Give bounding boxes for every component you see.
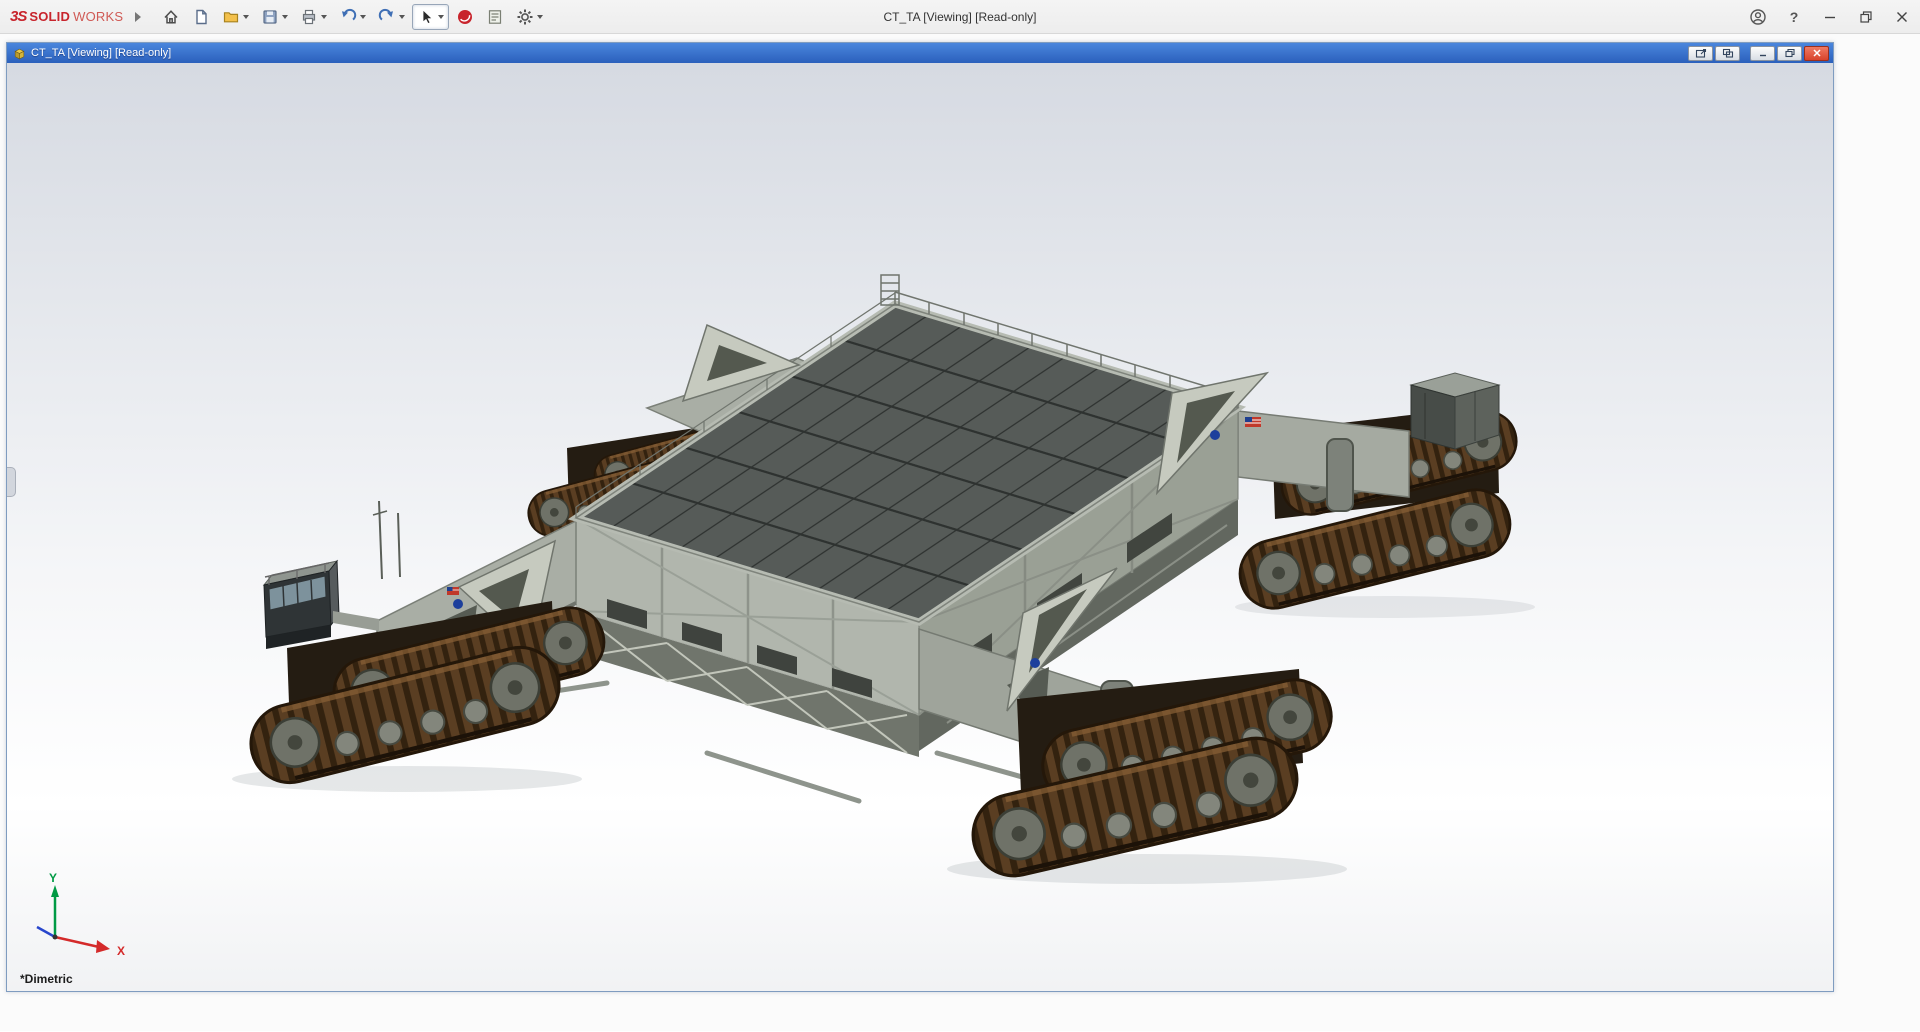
minimize-icon [1825, 16, 1835, 18]
view-orientation-label: *Dimetric [20, 972, 73, 986]
front-right-track-truck [965, 669, 1338, 884]
dropdown-caret-icon[interactable] [321, 14, 328, 19]
save-button[interactable] [256, 4, 293, 30]
client-area: CT_TA [Viewing] [Read-only] Y X *Dimetri… [0, 34, 1920, 1031]
logo-text-works: WORKS [73, 9, 124, 24]
quick-toolbar: 3S SOLID WORKS [0, 0, 548, 33]
help-button[interactable]: ? [1776, 0, 1812, 33]
close-icon [1897, 11, 1907, 22]
open-button[interactable] [217, 4, 254, 30]
select-cursor-icon [422, 8, 434, 24]
minimize-icon [1759, 54, 1766, 57]
evaluate-button[interactable] [481, 4, 509, 30]
account-icon [1750, 8, 1766, 25]
orientation-triad[interactable]: Y X [13, 869, 153, 969]
close-icon [1812, 49, 1821, 57]
dropdown-caret-icon[interactable] [399, 14, 406, 19]
dropdown-caret-icon[interactable] [537, 14, 544, 19]
account-button[interactable] [1740, 0, 1776, 33]
dropdown-caret-icon[interactable] [243, 14, 250, 19]
maximize-icon [1860, 10, 1872, 23]
graphics-viewport[interactable]: Y X *Dimetric [7, 63, 1833, 991]
options-button[interactable] [511, 4, 548, 30]
z-axis-arrow [36, 925, 56, 939]
minimize-document-button[interactable] [1750, 45, 1775, 61]
dropdown-caret-icon[interactable] [282, 14, 289, 19]
solidworks-logo: 3S SOLID WORKS [10, 8, 123, 25]
menu-expand-arrow-icon[interactable] [135, 11, 142, 22]
new-document-icon [196, 9, 207, 24]
evaluate-icon [489, 9, 502, 24]
options-gear-icon [517, 9, 533, 24]
titlebar-right-controls: ? [1740, 0, 1920, 33]
x-axis-arrow [96, 940, 110, 953]
redo-icon [379, 8, 394, 20]
print-icon [303, 9, 316, 24]
redo-button[interactable] [373, 4, 410, 30]
antenna-masts [372, 500, 401, 580]
y-axis-arrow [51, 885, 59, 897]
part-document-icon [14, 48, 25, 59]
maximize-window-button[interactable] [1848, 0, 1884, 33]
home-button[interactable] [157, 4, 185, 30]
undo-button[interactable] [334, 4, 371, 30]
pop-out-icon [1695, 48, 1706, 58]
close-window-button[interactable] [1884, 0, 1920, 33]
document-window-controls [1688, 45, 1829, 61]
document-title: CT_TA [Viewing] [Read-only] [31, 47, 172, 59]
home-icon [164, 9, 178, 24]
crawler-transporter-model [232, 274, 1535, 991]
new-document-button[interactable] [187, 4, 215, 30]
3dexperience-icon [458, 9, 473, 24]
us-flag-decal [447, 587, 459, 595]
dropdown-caret-icon[interactable] [438, 14, 445, 19]
logo-text-solid: SOLID [29, 9, 71, 24]
document-window: CT_TA [Viewing] [Read-only] Y X *Dimetri… [6, 42, 1834, 992]
minimize-window-button[interactable] [1812, 0, 1848, 33]
save-icon [263, 9, 277, 24]
restore-icon [1784, 48, 1795, 58]
dropdown-caret-icon[interactable] [360, 14, 367, 19]
pop-out-all-icon [1722, 48, 1733, 58]
y-axis-label: Y [49, 871, 57, 885]
x-axis-label: X [117, 944, 125, 958]
print-button[interactable] [295, 4, 332, 30]
undo-icon [342, 8, 357, 20]
restore-document-button[interactable] [1777, 45, 1802, 61]
select-tool-button[interactable] [412, 3, 450, 30]
document-titlebar[interactable]: CT_TA [Viewing] [Read-only] [7, 43, 1833, 63]
open-icon [224, 11, 239, 22]
3ds-logo-mark: 3S [10, 8, 27, 25]
close-document-button[interactable] [1804, 45, 1829, 61]
us-flag-decal [1245, 417, 1261, 427]
pop-out-all-button[interactable] [1715, 45, 1740, 61]
window-title: CT_TA [Viewing] [Read-only] [883, 10, 1037, 24]
panel-splitter-tab[interactable] [7, 467, 16, 497]
3dexperience-button[interactable] [451, 4, 479, 30]
pop-out-window-button[interactable] [1688, 45, 1713, 61]
main-titlebar[interactable]: 3S SOLID WORKS CT_TA [Viewing] [Read-onl… [0, 0, 1920, 34]
help-icon: ? [1789, 8, 1799, 25]
solidworks-app-window: 3S SOLID WORKS CT_TA [Viewing] [Read-onl… [0, 0, 1920, 1031]
